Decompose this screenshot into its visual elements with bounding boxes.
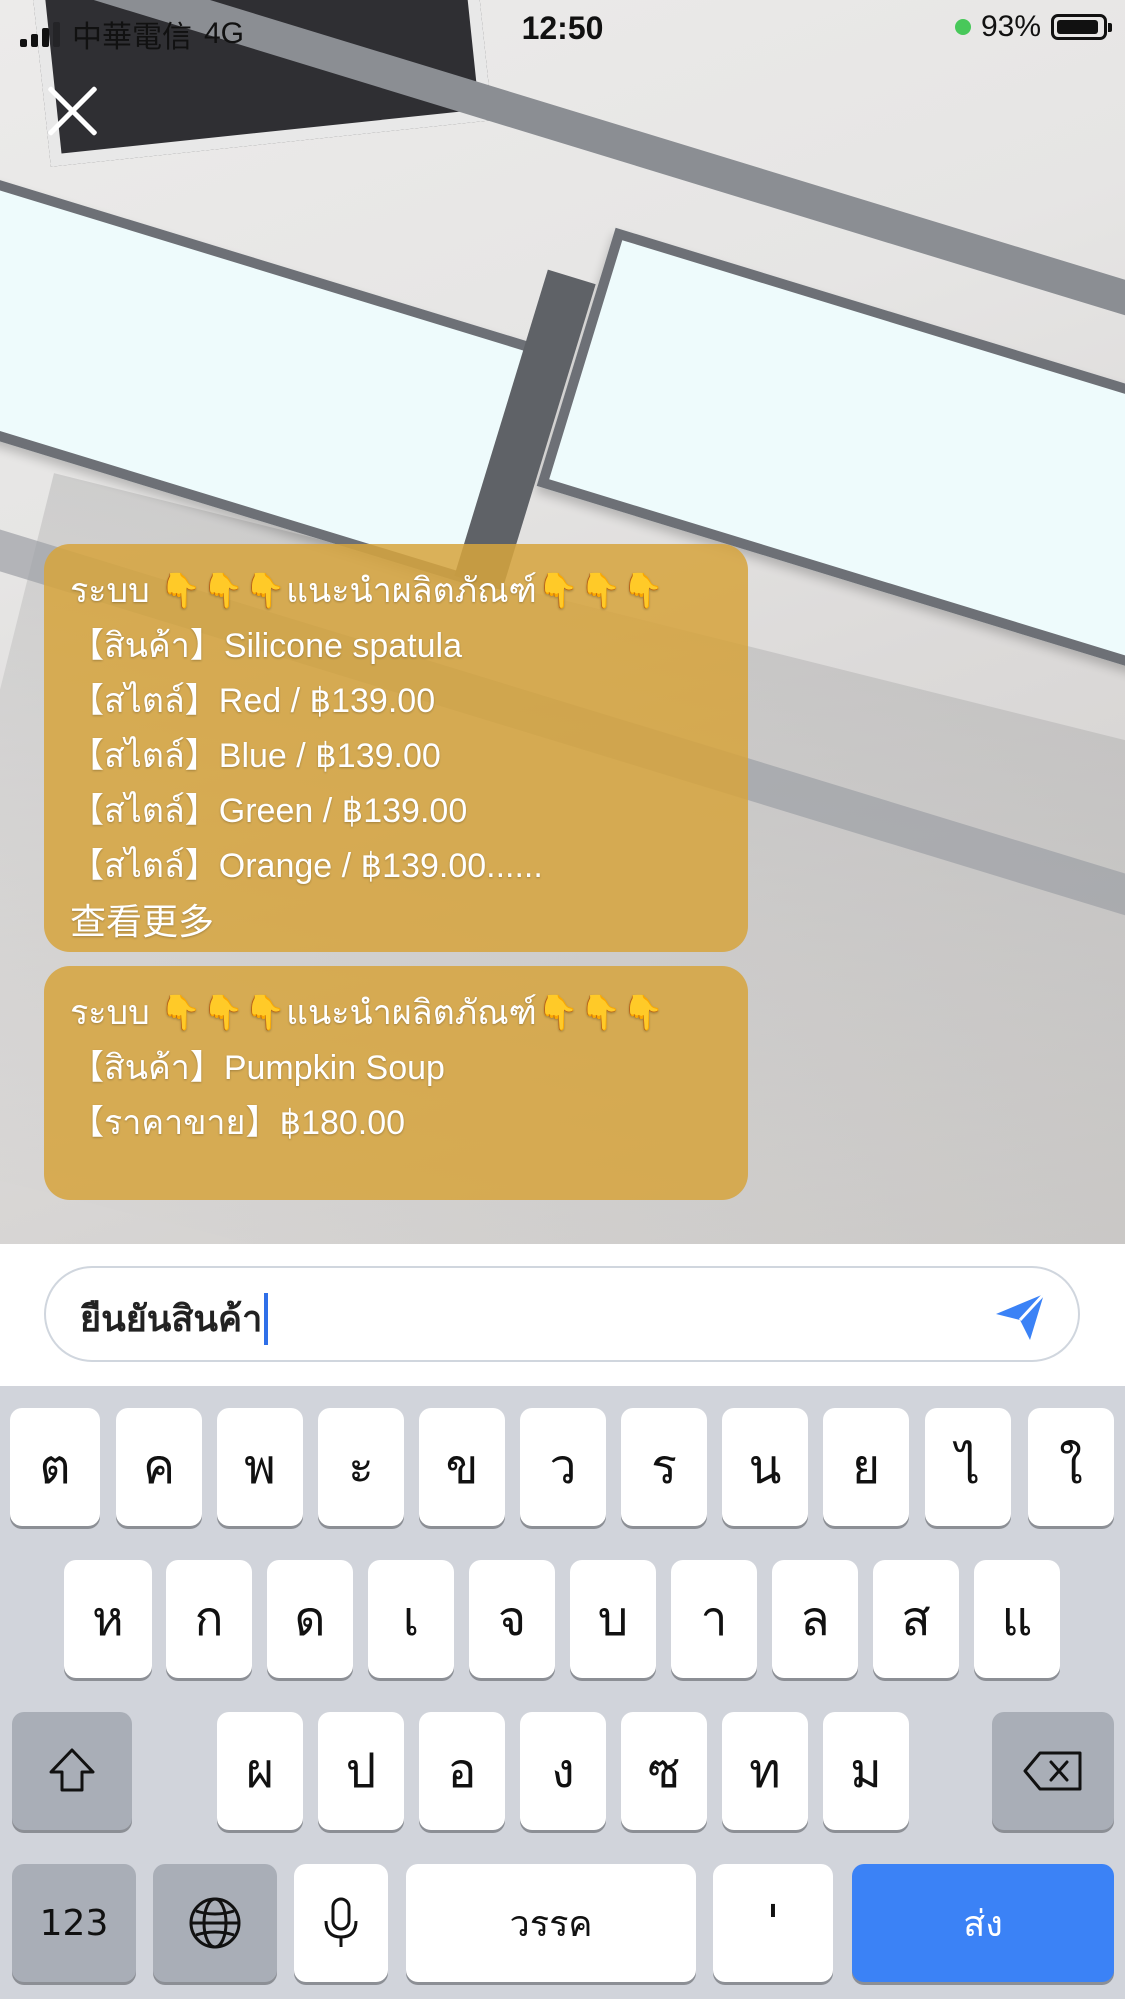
key[interactable]: อ	[419, 1712, 505, 1830]
message-line: ระบบ 👇👇👇แนะนำผลิตภัณฑ์👇👇👇	[70, 572, 664, 610]
key[interactable]: ซ	[621, 1712, 707, 1830]
message-line: 【สินค้า】Silicone spatula	[70, 627, 462, 665]
key[interactable]: พ	[217, 1408, 303, 1526]
key[interactable]: ก	[166, 1560, 252, 1678]
close-icon[interactable]	[40, 82, 106, 148]
product-message[interactable]: ระบบ 👇👇👇แนะนำผลิตภัณฑ์👇👇👇 【สินค้า】Silico…	[44, 544, 748, 952]
key[interactable]: า	[671, 1560, 757, 1678]
battery-icon	[1051, 14, 1112, 40]
key[interactable]: ล	[772, 1560, 858, 1678]
key[interactable]: ว	[520, 1408, 606, 1526]
message-line: ระบบ 👇👇👇แนะนำผลิตภัณฑ์👇👇👇	[70, 994, 664, 1032]
key[interactable]: ข	[419, 1408, 505, 1526]
microphone-icon	[324, 1897, 358, 1947]
status-bar: 中華電信 4G 12:50 93%	[0, 0, 1125, 56]
send-icon[interactable]	[992, 1288, 1048, 1344]
battery-percent: 93%	[980, 10, 1041, 43]
shift-key[interactable]	[12, 1712, 132, 1830]
key[interactable]: ะ	[318, 1408, 404, 1526]
apostrophe-key[interactable]: '	[713, 1864, 833, 1982]
message-line: 【สไตล์】Blue / ฿139.00	[70, 737, 441, 775]
key[interactable]: ด	[267, 1560, 353, 1678]
backspace-key[interactable]	[992, 1712, 1114, 1830]
dictation-key[interactable]	[294, 1864, 388, 1982]
key[interactable]: ป	[318, 1712, 404, 1830]
key[interactable]: ม	[823, 1712, 909, 1830]
key[interactable]: แ	[974, 1560, 1060, 1678]
key[interactable]: ง	[520, 1712, 606, 1830]
message-line: 【ราคาขาย】฿180.00	[70, 1104, 406, 1142]
space-key[interactable]: วรรค	[406, 1864, 696, 1982]
key[interactable]: เ	[368, 1560, 454, 1678]
key[interactable]: ย	[823, 1408, 909, 1526]
shift-icon	[49, 1748, 95, 1792]
key[interactable]: น	[722, 1408, 808, 1526]
message-line: 【สไตล์】Green / ฿139.00	[70, 792, 468, 830]
key[interactable]: ต	[10, 1408, 100, 1526]
product-message[interactable]: ระบบ 👇👇👇แนะนำผลิตภัณฑ์👇👇👇 【สินค้า】Pumpki…	[44, 966, 748, 1200]
key[interactable]: ค	[116, 1408, 202, 1526]
key[interactable]: ห	[64, 1560, 152, 1678]
key[interactable]: ไ	[925, 1408, 1011, 1526]
globe-key[interactable]	[153, 1864, 277, 1982]
message-line: 【สไตล์】Red / ฿139.00	[70, 682, 436, 720]
numbers-key[interactable]: 123	[12, 1864, 136, 1982]
message-input-area: ยืนยันสินค้า	[0, 1244, 1125, 1386]
key[interactable]: ท	[722, 1712, 808, 1830]
thai-keyboard: ต ค พ ะ ข ว ร น ย ไ ใ ห ก ด เ จ บ า ล ส …	[0, 1386, 1125, 1999]
key[interactable]: บ	[570, 1560, 656, 1678]
camera-active-indicator	[954, 19, 971, 35]
input-value: ยืนยันสินค้า	[80, 1298, 263, 1339]
message-line: 【สินค้า】Pumpkin Soup	[70, 1049, 445, 1087]
message-input[interactable]: ยืนยันสินค้า	[44, 1266, 1080, 1362]
see-more-link[interactable]: 查看更多	[70, 894, 722, 949]
key[interactable]: ใ	[1028, 1408, 1114, 1526]
message-line: 【สไตล์】Orange / ฿139.00......	[70, 847, 543, 885]
globe-icon	[189, 1897, 241, 1949]
text-caret	[264, 1292, 269, 1345]
key[interactable]: จ	[469, 1560, 555, 1678]
backspace-icon	[1023, 1751, 1082, 1791]
key[interactable]: ร	[621, 1408, 707, 1526]
key[interactable]: ส	[873, 1560, 959, 1678]
key[interactable]: ผ	[217, 1712, 303, 1830]
send-key[interactable]: ส่ง	[852, 1864, 1114, 1982]
